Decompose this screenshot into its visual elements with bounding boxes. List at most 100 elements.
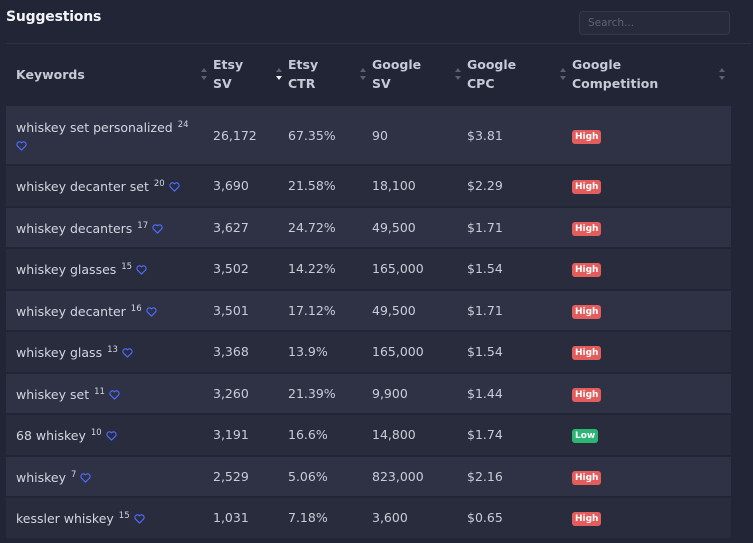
keyword-text[interactable]: kessler whiskey	[16, 511, 114, 526]
competition-badge: High	[572, 263, 602, 278]
competition-badge: Low	[572, 429, 599, 444]
heart-icon[interactable]	[169, 179, 180, 192]
cell-keyword[interactable]: whiskey decanter 16	[6, 288, 213, 330]
keyword-text[interactable]: whiskey	[16, 470, 66, 485]
table-row[interactable]: whiskey set personalized 24 26,172 67.35% 9…	[6, 104, 731, 164]
cell-keyword[interactable]: kessler whiskey 15	[6, 496, 213, 538]
cell-etsy-ctr: 24.72%	[288, 205, 372, 247]
column-header-google-sv[interactable]: Google SV	[372, 44, 467, 104]
cell-etsy-sv: 3,260	[213, 371, 288, 413]
competition-badge: High	[572, 304, 602, 319]
cell-google-cpc: $1.71	[467, 288, 572, 330]
table-row[interactable]: whiskey set 11 3,260 21.39% 9,900 $1.44 High	[6, 371, 731, 413]
heart-icon[interactable]	[145, 304, 157, 317]
cell-competition: High	[572, 454, 731, 496]
competition-badge: High	[572, 387, 602, 402]
table-row[interactable]: whiskey glass 13 3,368 13.9% 165,000 $1.54 Hi…	[6, 330, 731, 372]
column-header-google-cpc[interactable]: Google CPC	[467, 44, 572, 104]
keyword-count: 15	[121, 262, 133, 273]
sort-icon[interactable]	[719, 68, 727, 80]
heart-icon[interactable]	[136, 262, 147, 275]
sort-icon[interactable]	[360, 68, 368, 80]
column-header-google-competition[interactable]: Google Competition	[572, 44, 731, 104]
suggestions-table: Keywords Etsy SV Etsy CTR Google SV Google C…	[6, 44, 731, 538]
heart-icon[interactable]	[109, 387, 120, 400]
cell-etsy-sv: 3,501	[213, 288, 288, 330]
heart-icon[interactable]	[133, 511, 145, 524]
table-row[interactable]: kessler whiskey 15 1,031 7.18% 3,600 $0.65 Hi…	[6, 496, 731, 538]
column-header-label: SV	[213, 76, 232, 91]
search-input[interactable]	[579, 11, 730, 35]
cell-keyword[interactable]: whiskey set personalized 24	[6, 104, 213, 164]
cell-etsy-sv: 3,627	[213, 205, 288, 247]
column-header-label: CTR	[288, 76, 316, 91]
keyword-text[interactable]: whiskey set personalized	[16, 120, 173, 135]
cell-etsy-ctr: 17.12%	[288, 288, 372, 330]
cell-etsy-sv: 3,690	[213, 164, 288, 206]
keyword-text[interactable]: whiskey decanter set	[16, 179, 149, 194]
heart-icon[interactable]	[122, 345, 133, 358]
keyword-text[interactable]: whiskey glasses	[16, 262, 116, 277]
cell-google-sv: 823,000	[372, 454, 467, 496]
table-header-row: Keywords Etsy SV Etsy CTR Google SV Google C…	[6, 44, 731, 104]
table-row[interactable]: whiskey 7 2,529 5.06% 823,000 $2.16 High	[6, 454, 731, 496]
column-header-etsy-ctr[interactable]: Etsy CTR	[288, 44, 372, 104]
cell-etsy-sv: 2,529	[213, 454, 288, 496]
keyword-text[interactable]: whiskey decanters	[16, 221, 132, 236]
table-row[interactable]: whiskey decanter set 20 3,690 21.58% 18,100…	[6, 164, 731, 206]
sort-icon[interactable]	[455, 68, 463, 80]
cell-competition: High	[572, 288, 731, 330]
keyword-text[interactable]: whiskey decanter	[16, 304, 126, 319]
column-header-label: Keywords	[16, 66, 85, 82]
cell-google-sv: 49,500	[372, 288, 467, 330]
cell-google-cpc: $1.74	[467, 413, 572, 455]
cell-competition: High	[572, 330, 731, 372]
cell-keyword[interactable]: whiskey decanters 17	[6, 205, 213, 247]
table-row[interactable]: 68 whiskey 10 3,191 16.6% 14,800 $1.74 Low	[6, 413, 731, 455]
table-row[interactable]: whiskey glasses 15 3,502 14.22% 165,000 $1.5…	[6, 247, 731, 289]
keyword-count: 15	[118, 511, 130, 522]
cell-competition: High	[572, 371, 731, 413]
cell-competition: High	[572, 104, 731, 164]
cell-keyword[interactable]: whiskey glasses 15	[6, 247, 213, 289]
keyword-count: 11	[94, 386, 105, 397]
cell-google-cpc: $1.44	[467, 371, 572, 413]
competition-badge: High	[572, 512, 602, 527]
keyword-count: 13	[107, 345, 118, 356]
cell-keyword[interactable]: whiskey set 11	[6, 371, 213, 413]
cell-etsy-sv: 3,502	[213, 247, 288, 289]
sort-icon[interactable]	[201, 68, 209, 80]
cell-keyword[interactable]: whiskey decanter set 20	[6, 164, 213, 206]
keyword-text[interactable]: whiskey glass	[16, 345, 102, 360]
column-header-keywords[interactable]: Keywords	[6, 44, 213, 104]
cell-keyword[interactable]: whiskey 7	[6, 454, 213, 496]
keyword-count: 24	[177, 119, 189, 130]
cell-google-sv: 18,100	[372, 164, 467, 206]
heart-icon[interactable]	[80, 470, 92, 483]
sort-desc-icon[interactable]	[276, 68, 284, 80]
table-body: whiskey set personalized 24 26,172 67.35% 9…	[6, 104, 731, 538]
heart-icon[interactable]	[152, 221, 163, 234]
competition-badge: High	[572, 221, 602, 236]
cell-competition: High	[572, 164, 731, 206]
cell-etsy-ctr: 13.9%	[288, 330, 372, 372]
table-row[interactable]: whiskey decanters 17 3,627 24.72% 49,500 $1.…	[6, 205, 731, 247]
keyword-text[interactable]: whiskey set	[16, 387, 89, 402]
keyword-text[interactable]: 68 whiskey	[16, 428, 86, 443]
cell-keyword[interactable]: 68 whiskey 10	[6, 413, 213, 455]
column-header-label: Google	[572, 57, 622, 72]
cell-etsy-ctr: 67.35%	[288, 104, 372, 164]
keyword-count: 16	[130, 303, 142, 314]
cell-keyword[interactable]: whiskey glass 13	[6, 330, 213, 372]
cell-etsy-ctr: 14.22%	[288, 247, 372, 289]
heart-icon[interactable]	[106, 428, 117, 441]
cell-competition: High	[572, 496, 731, 538]
cell-etsy-ctr: 5.06%	[288, 454, 372, 496]
column-header-etsy-sv[interactable]: Etsy SV	[213, 44, 288, 104]
heart-icon[interactable]	[16, 138, 27, 151]
cell-google-cpc: $3.81	[467, 104, 572, 164]
cell-etsy-ctr: 16.6%	[288, 413, 372, 455]
sort-icon[interactable]	[560, 68, 568, 80]
column-header-label: Google	[467, 57, 517, 72]
table-row[interactable]: whiskey decanter 16 3,501 17.12% 49,500 $1.7…	[6, 288, 731, 330]
